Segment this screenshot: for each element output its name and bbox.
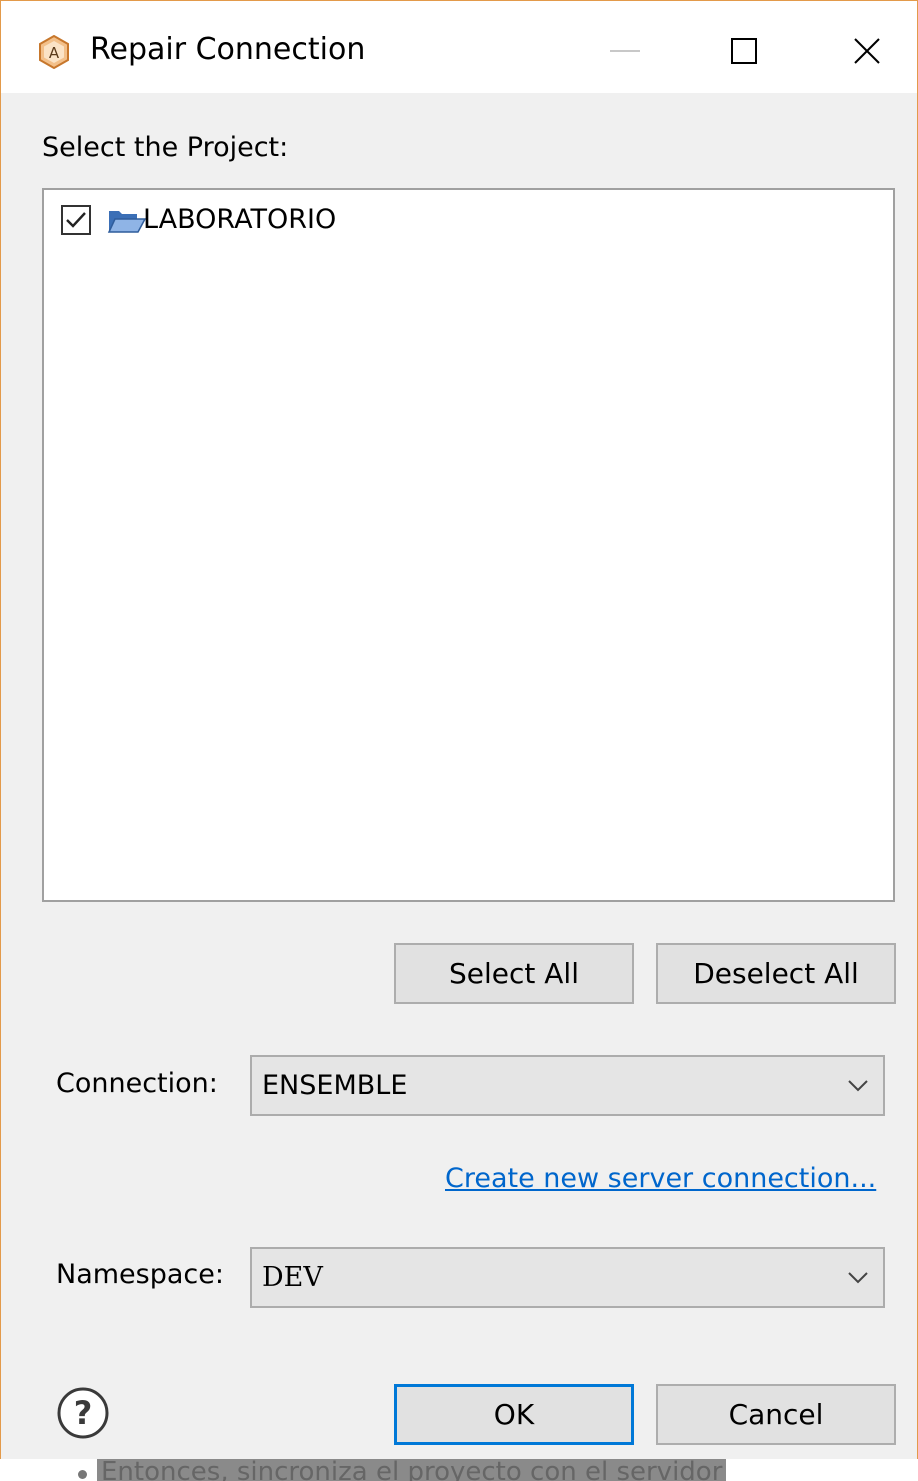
create-server-connection-link[interactable]: Create new server connection... — [445, 1159, 876, 1199]
deselect-all-button[interactable]: Deselect All — [656, 943, 896, 1004]
select-all-button[interactable]: Select All — [394, 943, 634, 1004]
help-icon[interactable]: ? — [56, 1386, 110, 1440]
connection-dropdown[interactable]: ENSEMBLE — [250, 1055, 885, 1116]
svg-text:?: ? — [74, 1394, 93, 1432]
atelier-app-icon: A — [39, 35, 69, 69]
namespace-value: DEV — [262, 1262, 323, 1293]
project-list[interactable]: LABORATORIO — [42, 188, 895, 902]
project-name: LABORATORIO — [143, 204, 337, 235]
maximize-icon — [731, 38, 757, 64]
connection-label: Connection: — [56, 1068, 218, 1099]
close-button[interactable] — [839, 23, 895, 79]
caption-strip: Entonces, sincroniza el proyecto con el … — [0, 1459, 918, 1481]
project-item-laboratorio[interactable]: LABORATORIO — [61, 202, 336, 238]
open-folder-icon — [107, 211, 147, 233]
namespace-dropdown[interactable]: DEV — [250, 1247, 885, 1308]
chevron-down-icon — [848, 1079, 868, 1091]
bullet-icon — [78, 1470, 87, 1479]
checkmark-icon — [66, 212, 86, 228]
svg-text:A: A — [49, 44, 60, 62]
title-bar[interactable]: A Repair Connection — [1, 1, 917, 93]
chevron-down-icon — [848, 1271, 868, 1283]
project-checkbox[interactable] — [61, 205, 91, 235]
window-title: Repair Connection — [90, 32, 366, 67]
connection-value: ENSEMBLE — [262, 1070, 408, 1101]
minimize-icon — [610, 50, 640, 52]
close-icon — [854, 38, 880, 64]
select-project-label: Select the Project: — [42, 132, 289, 163]
maximize-button[interactable] — [716, 23, 772, 79]
namespace-label: Namespace: — [56, 1259, 224, 1290]
minimize-button[interactable] — [597, 23, 653, 79]
repair-connection-dialog: A Repair Connection Select the Project: — [0, 0, 918, 1460]
cancel-button[interactable]: Cancel — [656, 1384, 896, 1445]
ok-button[interactable]: OK — [394, 1384, 634, 1445]
caption-text: Entonces, sincroniza el proyecto con el … — [97, 1459, 727, 1481]
